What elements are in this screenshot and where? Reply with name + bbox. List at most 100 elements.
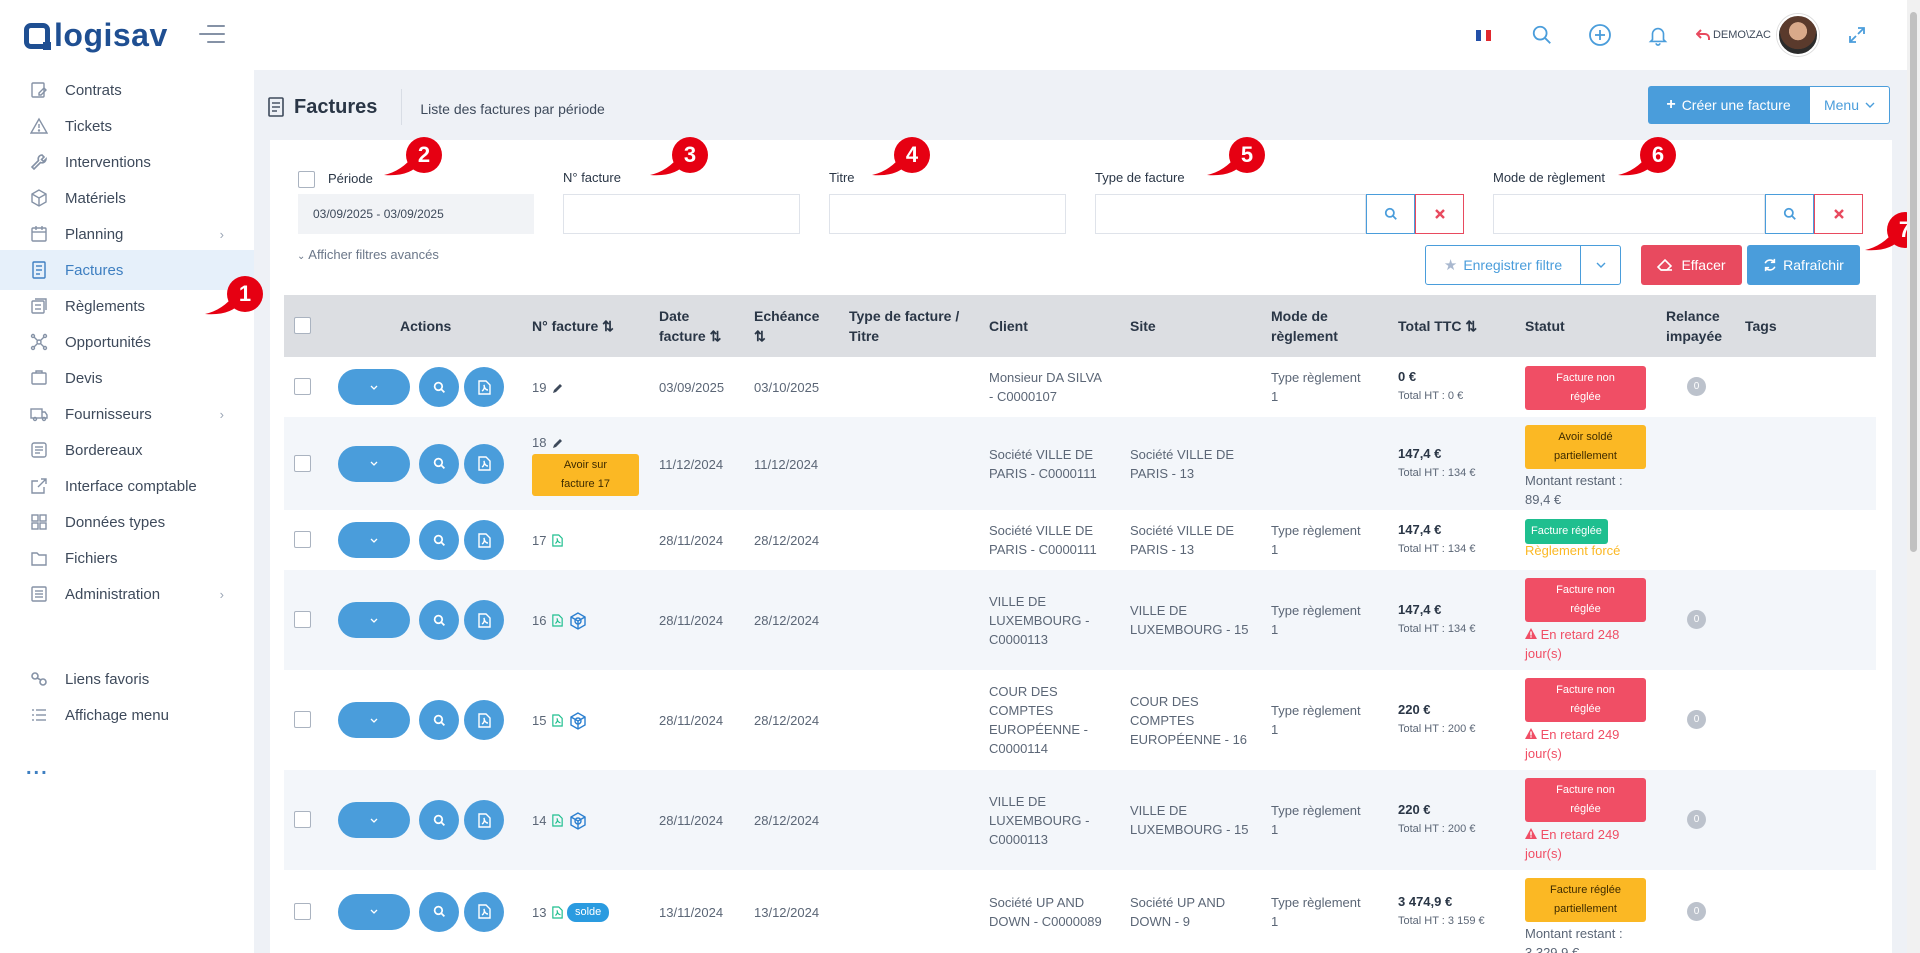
sidebar-item-label: Devis — [65, 369, 103, 387]
row-actions-dropdown[interactable] — [338, 802, 410, 838]
periode-checkbox[interactable] — [298, 171, 315, 188]
language-flag-icon[interactable] — [1464, 15, 1504, 55]
row-view-button[interactable] — [419, 443, 459, 484]
invoice-number[interactable]: 15 — [532, 711, 587, 730]
row-view-button[interactable] — [419, 700, 459, 740]
add-circle-icon[interactable] — [1580, 15, 1620, 55]
sidebar-item-bordereaux[interactable]: Bordereaux — [0, 430, 254, 470]
table-header: Actions N° facture ⇅ Date facture ⇅ Echéa… — [284, 295, 1876, 357]
sidebar-item-devis[interactable]: Devis — [0, 358, 254, 398]
status-badge: Facture non réglée — [1525, 778, 1646, 822]
row-checkbox[interactable] — [294, 454, 311, 472]
sidebar-item-donn-es-types[interactable]: Données types — [0, 502, 254, 542]
search-icon[interactable] — [1522, 15, 1562, 55]
sync-cube-icon[interactable] — [569, 711, 587, 730]
row-view-button[interactable] — [419, 520, 459, 560]
row-checkbox[interactable] — [294, 811, 311, 828]
row-checkbox[interactable] — [294, 531, 311, 548]
sidebar-item-liens-favoris[interactable]: Liens favoris — [0, 659, 254, 699]
logo[interactable]: logisav — [24, 17, 168, 54]
col-total-ttc[interactable]: Total TTC ⇅ — [1398, 316, 1477, 336]
row-checkbox[interactable] — [294, 378, 311, 395]
sidebar-item-affichage-menu[interactable]: Affichage menu — [0, 695, 254, 735]
external-link-icon — [28, 475, 50, 497]
settings-icon — [28, 583, 50, 605]
sync-cube-icon[interactable] — [569, 811, 587, 830]
type-facture-clear-button[interactable] — [1415, 194, 1464, 234]
menu-button[interactable]: Menu — [1809, 86, 1890, 124]
select-all-checkbox[interactable] — [294, 317, 311, 334]
row-checkbox[interactable] — [294, 902, 311, 920]
pdf-file-icon[interactable] — [552, 534, 564, 547]
row-actions-dropdown[interactable] — [338, 702, 410, 738]
row-view-button[interactable] — [419, 800, 459, 840]
scrollbar[interactable] — [1907, 0, 1920, 953]
row-pdf-button[interactable] — [464, 443, 504, 484]
mode-reglement-input[interactable] — [1493, 194, 1765, 234]
sidebar-item-opportunit-s[interactable]: Opportunités — [0, 322, 254, 362]
row-actions-dropdown[interactable] — [338, 893, 410, 930]
invoice-number[interactable]: 14 — [532, 811, 587, 830]
pdf-file-icon[interactable] — [552, 814, 564, 827]
user-switch[interactable]: DEMO\ZAC — [1695, 29, 1771, 41]
periode-input[interactable]: 03/09/2025 - 03/09/2025 — [298, 194, 534, 234]
sidebar-more[interactable]: ... — [26, 757, 49, 780]
create-invoice-button[interactable]: + Créer une facture — [1648, 86, 1809, 124]
save-filter-button[interactable]: ★ Enregistrer filtre — [1425, 245, 1621, 285]
save-filter-dropdown[interactable] — [1581, 262, 1620, 268]
invoice-number[interactable]: 13 — [532, 903, 564, 922]
row-pdf-button[interactable] — [464, 700, 504, 740]
clear-filters-button[interactable]: Effacer — [1641, 245, 1742, 285]
pdf-file-icon[interactable] — [552, 614, 564, 627]
row-view-button[interactable] — [419, 600, 459, 640]
sync-cube-icon[interactable] — [569, 611, 587, 630]
row-pdf-button[interactable] — [464, 600, 504, 640]
mode-reglement-clear-button[interactable] — [1814, 194, 1863, 234]
total-ttc: 147,4 € — [1398, 445, 1442, 461]
menu-toggle-icon[interactable] — [199, 25, 225, 49]
sidebar-item-fichiers[interactable]: Fichiers — [0, 538, 254, 578]
row-pdf-button[interactable] — [464, 800, 504, 840]
pdf-file-icon[interactable] — [552, 905, 564, 919]
edit-pencil-icon[interactable] — [552, 437, 564, 449]
row-pdf-button[interactable] — [464, 367, 504, 407]
pdf-file-icon[interactable] — [552, 714, 564, 727]
row-actions-dropdown[interactable] — [338, 522, 410, 558]
refresh-button[interactable]: Rafraîchir — [1747, 245, 1860, 285]
invoice-number[interactable]: 19 — [532, 378, 564, 397]
invoice-number[interactable]: 18 — [532, 433, 564, 452]
mode-reglement-search-button[interactable] — [1765, 194, 1814, 234]
sidebar-item-contrats[interactable]: Contrats — [0, 70, 254, 110]
row-checkbox[interactable] — [294, 711, 311, 728]
invoice-number[interactable]: 17 — [532, 531, 564, 550]
bell-icon[interactable] — [1638, 15, 1678, 55]
sidebar-item-mat-riels[interactable]: Matériels — [0, 178, 254, 218]
sidebar-item-fournisseurs[interactable]: Fournisseurs › — [0, 394, 254, 434]
fullscreen-icon[interactable] — [1837, 15, 1877, 55]
edit-pencil-icon[interactable] — [552, 382, 564, 394]
avatar[interactable] — [1777, 14, 1819, 56]
advanced-filters-toggle[interactable]: ⌄ Afficher filtres avancés — [297, 247, 439, 262]
sidebar-item-interventions[interactable]: Interventions — [0, 142, 254, 182]
row-view-button[interactable] — [419, 891, 459, 932]
sidebar-item-planning[interactable]: Planning › — [0, 214, 254, 254]
sidebar-item-administration[interactable]: Administration › — [0, 574, 254, 614]
row-view-button[interactable] — [419, 367, 459, 407]
invoice-number[interactable]: 16 — [532, 611, 587, 630]
sidebar-item-tickets[interactable]: Tickets — [0, 106, 254, 146]
row-pdf-button[interactable] — [464, 520, 504, 560]
num-facture-input[interactable] — [563, 194, 800, 234]
col-date-facture[interactable]: Date facture ⇅ — [659, 306, 721, 346]
sidebar-item-interface-comptable[interactable]: Interface comptable — [0, 466, 254, 506]
row-actions-dropdown[interactable] — [338, 369, 410, 405]
row-actions-dropdown[interactable] — [338, 602, 410, 638]
col-num-facture[interactable]: N° facture ⇅ — [532, 316, 614, 336]
row-checkbox[interactable] — [294, 611, 311, 628]
scrollbar-thumb[interactable] — [1910, 12, 1917, 552]
titre-input[interactable] — [829, 194, 1066, 234]
type-facture-input[interactable] — [1095, 194, 1366, 234]
type-facture-search-button[interactable] — [1366, 194, 1415, 234]
row-actions-dropdown[interactable] — [338, 445, 410, 482]
col-echeance[interactable]: Echéance ⇅ — [754, 306, 819, 346]
row-pdf-button[interactable] — [464, 891, 504, 932]
